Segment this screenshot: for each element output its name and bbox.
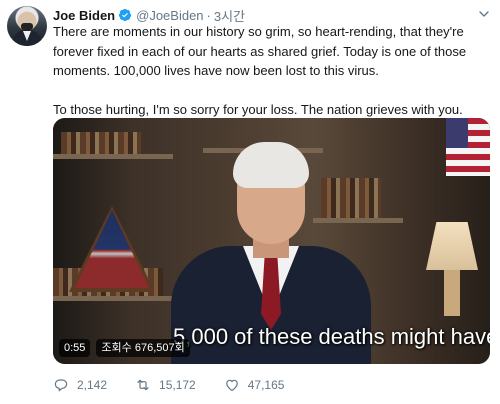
retweet-button[interactable]: 15,172 [135, 377, 196, 393]
tweet-actions: 2,142 15,172 47,165 [53, 375, 312, 395]
author-name[interactable]: Joe Biden [53, 8, 115, 23]
like-button[interactable]: 47,165 [224, 377, 285, 393]
tweet-header: Joe Biden @JoeBiden · 3시간 [53, 7, 245, 24]
tweet: Joe Biden @JoeBiden · 3시간 There are mome… [0, 0, 500, 404]
tweet-paragraph-2: To those hurting, I'm so sorry for your … [53, 101, 463, 117]
video-subtitle: 5,000 of these deaths might have [173, 324, 490, 349]
reply-count: 2,142 [77, 378, 108, 392]
retweet-icon [137, 379, 149, 391]
separator-dot: · [206, 7, 211, 23]
author-handle[interactable]: @JoeBiden [136, 8, 203, 23]
like-icon [225, 379, 238, 392]
video-view-count: 조회수 676,507회 [96, 339, 190, 357]
video-info-overlay: 0:55 조회수 676,507회 [59, 338, 190, 358]
reply-button[interactable]: 2,142 [53, 377, 107, 393]
more-chevron-icon[interactable] [476, 6, 492, 22]
video-player[interactable]: 5,000 of these deaths might have 0:55 조회… [53, 118, 490, 364]
video-duration: 0:55 [59, 339, 91, 357]
like-count: 47,165 [247, 378, 285, 392]
tweet-paragraph-1: There are moments in our history so grim… [53, 24, 467, 78]
verified-badge-icon [119, 8, 132, 22]
reply-icon [54, 379, 68, 392]
retweet-count: 15,172 [159, 378, 196, 392]
author-avatar[interactable] [7, 6, 47, 46]
tweet-text: There are moments in our history so grim… [53, 22, 493, 119]
